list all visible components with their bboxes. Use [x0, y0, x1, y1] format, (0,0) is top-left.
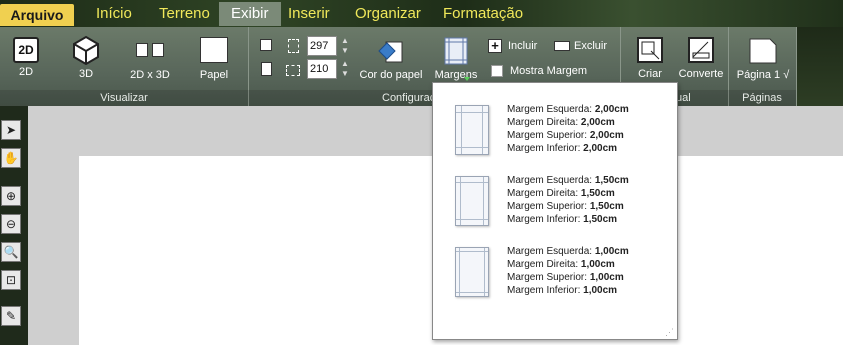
zoom-fit-icon[interactable]: ⊡	[1, 270, 21, 290]
zoom-out-icon[interactable]: ⊖	[1, 214, 21, 234]
margin-preview-icon	[455, 105, 489, 155]
2d-icon: 2D	[13, 37, 39, 63]
menu-tab-terreno[interactable]: Terreno	[147, 2, 222, 26]
ribbon: 2D 2D 3D 2D x 3D Papel Visualizar 297 ▲ …	[0, 27, 843, 106]
excluir-button[interactable]: Excluir	[554, 39, 614, 55]
margin-option-text: Margem Esquerda: 1,50cm Margem Direita: …	[507, 175, 629, 225]
cor-do-papel-label: Cor do papel	[359, 69, 423, 81]
resize-grip-icon[interactable]: ⋰	[665, 327, 675, 337]
menu-tab-inserir[interactable]: Inserir	[276, 2, 342, 26]
arrow-cursor-icon[interactable]: ➤	[1, 120, 21, 140]
view-papel-button[interactable]: Papel	[196, 37, 232, 81]
portrait-icon[interactable]	[261, 62, 272, 76]
group-paginas: Página 1 √ Páginas	[728, 27, 797, 106]
view-papel-label: Papel	[199, 69, 229, 81]
group-label-visualizar: Visualizar	[0, 90, 248, 106]
width-icon	[288, 39, 299, 53]
margin-option-1-5cm[interactable]: Margem Esquerda: 1,50cm Margem Direita: …	[433, 174, 675, 234]
paper-height-input[interactable]: 210	[307, 59, 337, 79]
margin-option-text: Margem Esquerda: 2,00cm Margem Direita: …	[507, 104, 629, 154]
converte-label: Converte	[678, 68, 724, 80]
3d-cube-icon	[73, 35, 99, 66]
mostra-margem-checkbox[interactable]	[491, 65, 503, 77]
margins-icon	[444, 37, 468, 65]
create-view-icon	[637, 37, 663, 63]
paper-width-input[interactable]: 297	[307, 36, 337, 56]
menu-bar: Arquivo Início Terreno Exibir Inserir Or…	[0, 0, 843, 27]
view-2d-label: 2D	[18, 66, 34, 78]
pagina-button[interactable]: Página 1 √	[732, 37, 794, 81]
view-3d-button[interactable]: 3D	[70, 35, 102, 80]
zoom-icon[interactable]: 🔍	[1, 242, 21, 262]
view-3d-label: 3D	[78, 68, 94, 80]
group-visualizar: 2D 2D 3D 2D x 3D Papel Visualizar	[0, 27, 249, 106]
paint-bucket-icon	[378, 41, 403, 63]
converte-button[interactable]: Converte	[678, 37, 724, 80]
margin-option-2cm[interactable]: Margem Esquerda: 2,00cm Margem Direita: …	[433, 103, 675, 163]
height-icon	[286, 65, 300, 76]
margin-preview-icon	[455, 247, 489, 297]
paper-icon	[200, 37, 228, 63]
menu-tab-inicio[interactable]: Início	[84, 2, 144, 26]
delete-page-icon	[554, 41, 570, 51]
group-label-paginas: Páginas	[728, 90, 796, 106]
convert-view-icon	[688, 37, 714, 63]
margens-dropdown: Margem Esquerda: 2,00cm Margem Direita: …	[432, 82, 678, 340]
margin-option-text: Margem Esquerda: 1,00cm Margem Direita: …	[507, 246, 629, 296]
hand-icon[interactable]: ✋	[1, 148, 21, 168]
zoom-in-icon[interactable]: ⊕	[1, 186, 21, 206]
mostra-margem-label: Mostra Margem	[510, 65, 588, 77]
incluir-label: Incluir	[508, 40, 538, 52]
view-2d3d-label: 2D x 3D	[130, 69, 170, 81]
criar-button[interactable]: Criar	[630, 37, 670, 80]
menu-tab-formatacao[interactable]: Formatação	[431, 2, 535, 26]
width-spinner-arrows[interactable]: ▲ ▼	[339, 36, 351, 58]
dropdown-arrow-icon	[464, 77, 470, 81]
incluir-button[interactable]: + Incluir	[488, 39, 548, 55]
pagina-label: Página 1 √	[736, 69, 790, 81]
view-2d3d-button[interactable]: 2D x 3D	[128, 37, 172, 81]
margens-label: Margens	[434, 69, 478, 81]
menu-tab-organizar[interactable]: Organizar	[343, 2, 433, 26]
menu-file[interactable]: Arquivo	[0, 4, 74, 26]
margin-preview-icon	[455, 176, 489, 226]
left-toolbar: ➤ ✋ ⊕ ⊖ 🔍 ⊡ ✎	[0, 106, 28, 345]
landscape-icon[interactable]	[260, 39, 272, 51]
excluir-label: Excluir	[574, 40, 608, 52]
criar-label: Criar	[638, 68, 662, 80]
2d3d-icon	[132, 37, 168, 63]
menu-tab-exibir[interactable]: Exibir	[219, 2, 281, 26]
ribbon-background	[797, 27, 843, 106]
measure-icon[interactable]: ✎	[1, 306, 21, 326]
margin-option-1cm[interactable]: Margem Esquerda: 1,00cm Margem Direita: …	[433, 245, 675, 305]
cor-do-papel-button[interactable]: Cor do papel	[358, 39, 424, 81]
page-icon	[749, 38, 777, 64]
view-2d-button[interactable]: 2D 2D	[10, 37, 42, 78]
height-spinner-arrows[interactable]: ▲ ▼	[339, 59, 351, 81]
margens-button[interactable]: Margens	[434, 37, 478, 81]
add-page-icon: +	[488, 39, 502, 53]
